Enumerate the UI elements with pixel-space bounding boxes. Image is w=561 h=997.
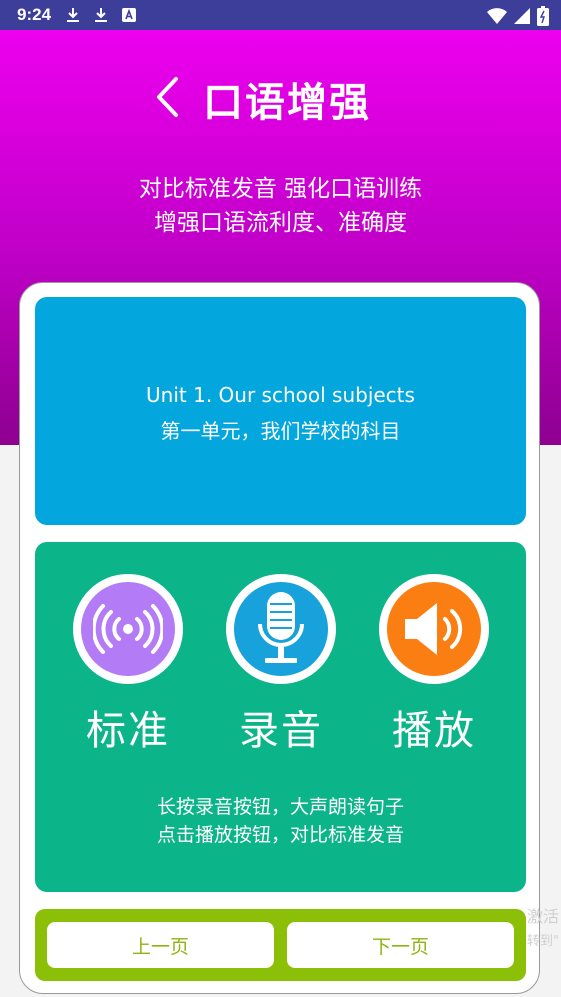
unit-panel: Unit 1. Our school subjects 第一单元，我们学校的科目 [35,297,526,525]
download-icon [67,8,79,22]
back-button[interactable] [148,74,188,120]
record-label: 录音 [239,708,323,754]
signal-icon [514,8,530,24]
next-page-button[interactable]: 下一页 [287,922,514,968]
speaker-icon [387,582,481,676]
subtitle-line-1: 对比标准发音 强化口语训练 [138,176,423,202]
download-icon [95,8,107,22]
unit-title-en: Unit 1. Our school subjects [146,383,415,407]
page-title: 口语增强 [203,80,371,126]
status-bar: 9:24 [0,0,561,30]
page-navigation: 上一页 下一页 [35,909,526,981]
battery-icon [537,6,549,26]
previous-page-button[interactable]: 上一页 [47,922,274,968]
hint-line-2: 点击播放按钮，对比标准发音 [156,824,404,846]
record-button[interactable]: 录音 [225,574,337,756]
wifi-icon [487,8,507,24]
unit-title-zh: 第一单元，我们学校的科目 [160,419,401,443]
play-label: 播放 [392,708,476,754]
chevron-left-icon [157,77,178,117]
hint-line-1: 长按录音按钮，大声朗读句子 [156,796,404,818]
microphone-icon [234,582,328,676]
sound-wave-icon [81,582,175,676]
play-button[interactable]: 播放 [378,574,490,756]
play-icon-ring [379,574,489,684]
app-notification-icon [122,8,136,22]
practice-panel: 标准 录音 播放 长按录音按钮，大声朗读句子 点击播放按钮，对比标准发音 [35,542,526,892]
watermark-line-1: 激活 [527,907,560,926]
subtitle-line-2: 增强口语流利度、准确度 [154,210,407,236]
standard-label: 标准 [86,708,170,754]
standard-button[interactable]: 标准 [72,574,184,756]
standard-icon-ring [73,574,183,684]
status-time: 9:24 [17,5,52,24]
record-icon-ring [226,574,336,684]
watermark-line-2: 转到" [527,934,559,949]
status-indicators [487,6,549,26]
